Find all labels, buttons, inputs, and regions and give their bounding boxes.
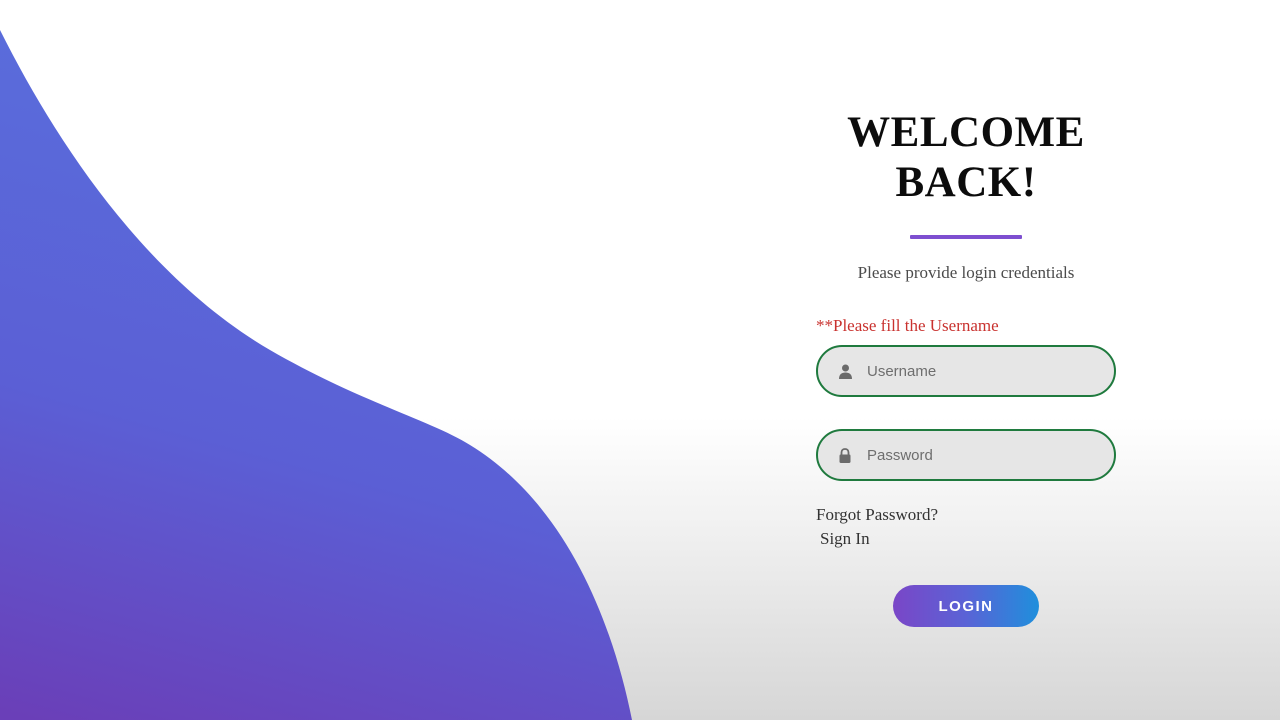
login-panel: WELCOME BACK! Please provide login crede… (816, 108, 1116, 627)
title-line-2: BACK! (895, 159, 1037, 206)
sign-in-link[interactable]: Sign In (820, 529, 1116, 549)
lock-icon (838, 447, 852, 463)
username-input[interactable] (867, 362, 1087, 380)
user-icon (838, 363, 852, 379)
title-line-1: WELCOME (847, 109, 1085, 156)
title-divider (910, 235, 1022, 239)
forgot-password-link[interactable]: Forgot Password? (816, 505, 938, 525)
username-field[interactable] (816, 345, 1116, 397)
password-field[interactable] (816, 429, 1116, 481)
username-error-message: **Please fill the Username (816, 316, 999, 335)
subtitle: Please provide login credentials (857, 263, 1075, 282)
page-title: WELCOME BACK! (816, 108, 1116, 208)
login-button[interactable]: LOGIN (893, 585, 1039, 627)
password-input[interactable] (867, 446, 1087, 464)
